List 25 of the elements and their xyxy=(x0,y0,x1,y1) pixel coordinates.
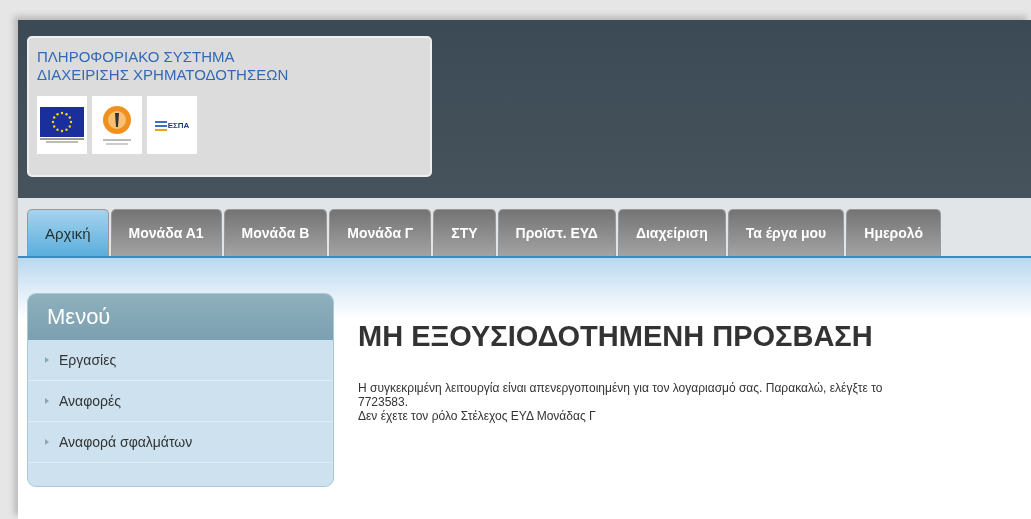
nav-tab[interactable]: Μονάδα Β xyxy=(223,209,328,256)
bullet-arrow-icon xyxy=(45,398,49,404)
espa-logo-text: ΕΣΠΑ xyxy=(167,120,190,130)
nav-tab[interactable]: Μονάδα Α1 xyxy=(110,209,222,256)
eu-flag-icon xyxy=(40,107,84,143)
nav-tab[interactable]: Μονάδα Γ xyxy=(329,209,432,256)
message-text: Η συγκεκριμένη λειτουργία είναι απενεργοποιημένη για τον λογαριασμό σας. Παρακαλώ, ελέγξτε το xyxy=(358,381,883,395)
wave-stripes-icon xyxy=(154,119,167,131)
bullet-arrow-icon xyxy=(45,439,49,445)
nav-tab[interactable]: Προϊστ. ΕΥΔ xyxy=(497,209,616,256)
message-text: Δεν έχετε τον ρόλο Στέλεχος ΕΥΔ Μονάδας Γ xyxy=(358,409,597,423)
menu-title: Μενού xyxy=(28,294,333,340)
menu-item[interactable]: Εργασίες xyxy=(28,340,333,381)
bullet-arrow-icon xyxy=(45,357,49,363)
nav-tab[interactable]: Τα έργα μου xyxy=(727,209,845,256)
system-title: ΔΙΑΧΕΙΡΙΣΗΣ ΧΡΗΜΑΤΟΔΟΤΗΣΕΩΝ xyxy=(37,66,290,84)
menu-item[interactable]: Αναφορές xyxy=(28,381,333,422)
page-heading: ΜΗ ΕΞΟΥΣΙΟΔΟΤΗΜΕΝΗ ΠΡΟΣΒΑΣΗ xyxy=(358,320,874,353)
nav-tab[interactable]: Ημερολό xyxy=(846,209,941,256)
nav-tab[interactable]: Διαχείριση xyxy=(617,209,726,256)
message-text: 7723583. xyxy=(358,395,410,409)
nav-tab[interactable]: ΣΤΥ xyxy=(433,209,496,256)
nav-tab[interactable]: Αρχική xyxy=(27,209,109,256)
menu-item[interactable]: Αναφορά σφαλμάτων xyxy=(28,422,333,463)
system-title: ΠΛΗΡΟΦΟΡΙΑΚΟ ΣΥΣΤΗΜΑ xyxy=(37,48,236,66)
